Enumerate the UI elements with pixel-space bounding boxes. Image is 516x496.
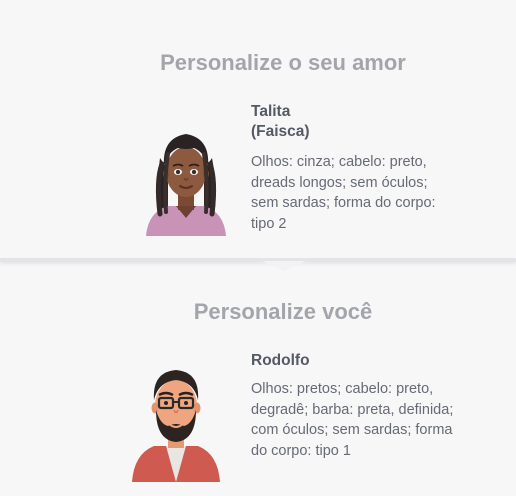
partner-section: Personalize o seu amor Talita (Faisca) O… (0, 0, 516, 261)
partner-nickname: (Faisca) (251, 123, 310, 140)
user-avatar[interactable] (128, 358, 224, 482)
partner-description: Olhos: cinza; cabelo: preto, dreads long… (251, 154, 436, 232)
divider-notch (262, 261, 306, 271)
section-divider (0, 258, 516, 262)
user-name: Rodolfo (251, 352, 310, 369)
partner-section-title: Personalize o seu amor (160, 50, 406, 75)
user-description: Olhos: pretos; cabelo: preto, degradê; b… (251, 381, 454, 459)
user-section-title: Personalize você (193, 299, 373, 324)
partner-name: Talita (251, 103, 291, 120)
partner-name-block: Talita (Faisca) (251, 102, 451, 142)
customize-page: Personalize o seu amor Talita (Faisca) O… (0, 0, 516, 496)
partner-avatar[interactable] (138, 120, 234, 236)
